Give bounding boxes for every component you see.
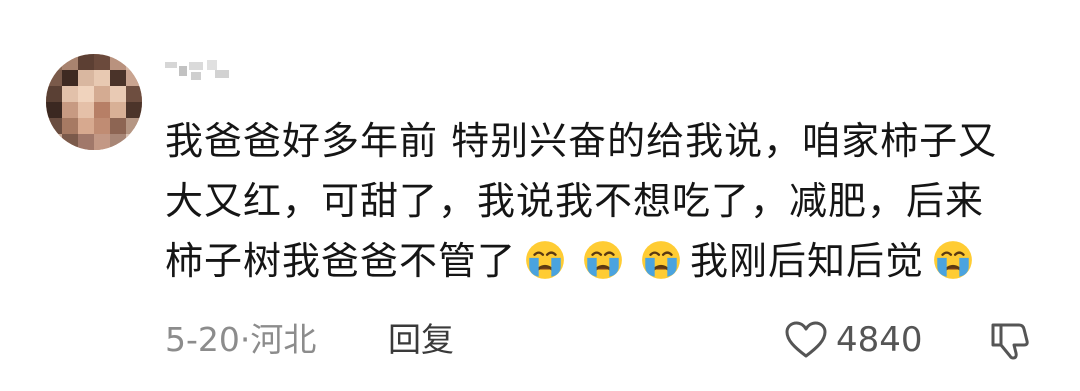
like-button[interactable]: 4840: [784, 318, 923, 362]
comment-line-3-part-2: 我刚后知后觉: [690, 239, 925, 283]
meta-separator: ·: [239, 320, 251, 359]
loudly-crying-face-icon: [934, 241, 972, 279]
avatar-image: [46, 54, 142, 150]
reply-button[interactable]: 回复: [388, 318, 454, 362]
comment-line-3-part-1: 柿子树我爸爸不管了: [165, 239, 517, 283]
comment-item: 我爸爸好多年前 特别兴奋的给我说，咱家柿子又 大又红，可甜了，我说我不想吃了，减肥…: [0, 0, 1080, 391]
comment-date: 5-20: [165, 320, 240, 359]
comment-meta: 5-20·河北: [165, 318, 316, 362]
avatar[interactable]: [46, 54, 142, 150]
heart-outline-icon: [785, 321, 827, 358]
username-blur: [165, 60, 229, 80]
comment-line-2: 大又红，可甜了，我说我不想吃了，减肥，后来: [165, 179, 985, 223]
thumbs-down-outline-icon: [991, 323, 1029, 360]
loudly-crying-face-icon: [584, 241, 622, 279]
like-count: 4840: [836, 320, 923, 360]
comment-line-1: 我爸爸好多年前 特别兴奋的给我说，咱家柿子又: [165, 119, 998, 163]
comment-location: 河北: [250, 320, 317, 359]
comment-body: 我爸爸好多年前 特别兴奋的给我说，咱家柿子又 大又红，可甜了，我说我不想吃了，减肥…: [165, 111, 1045, 291]
loudly-crying-face-icon: [642, 241, 680, 279]
dislike-button[interactable]: [988, 320, 1030, 362]
username-obscured[interactable]: [165, 56, 235, 86]
loudly-crying-face-icon: [526, 241, 564, 279]
